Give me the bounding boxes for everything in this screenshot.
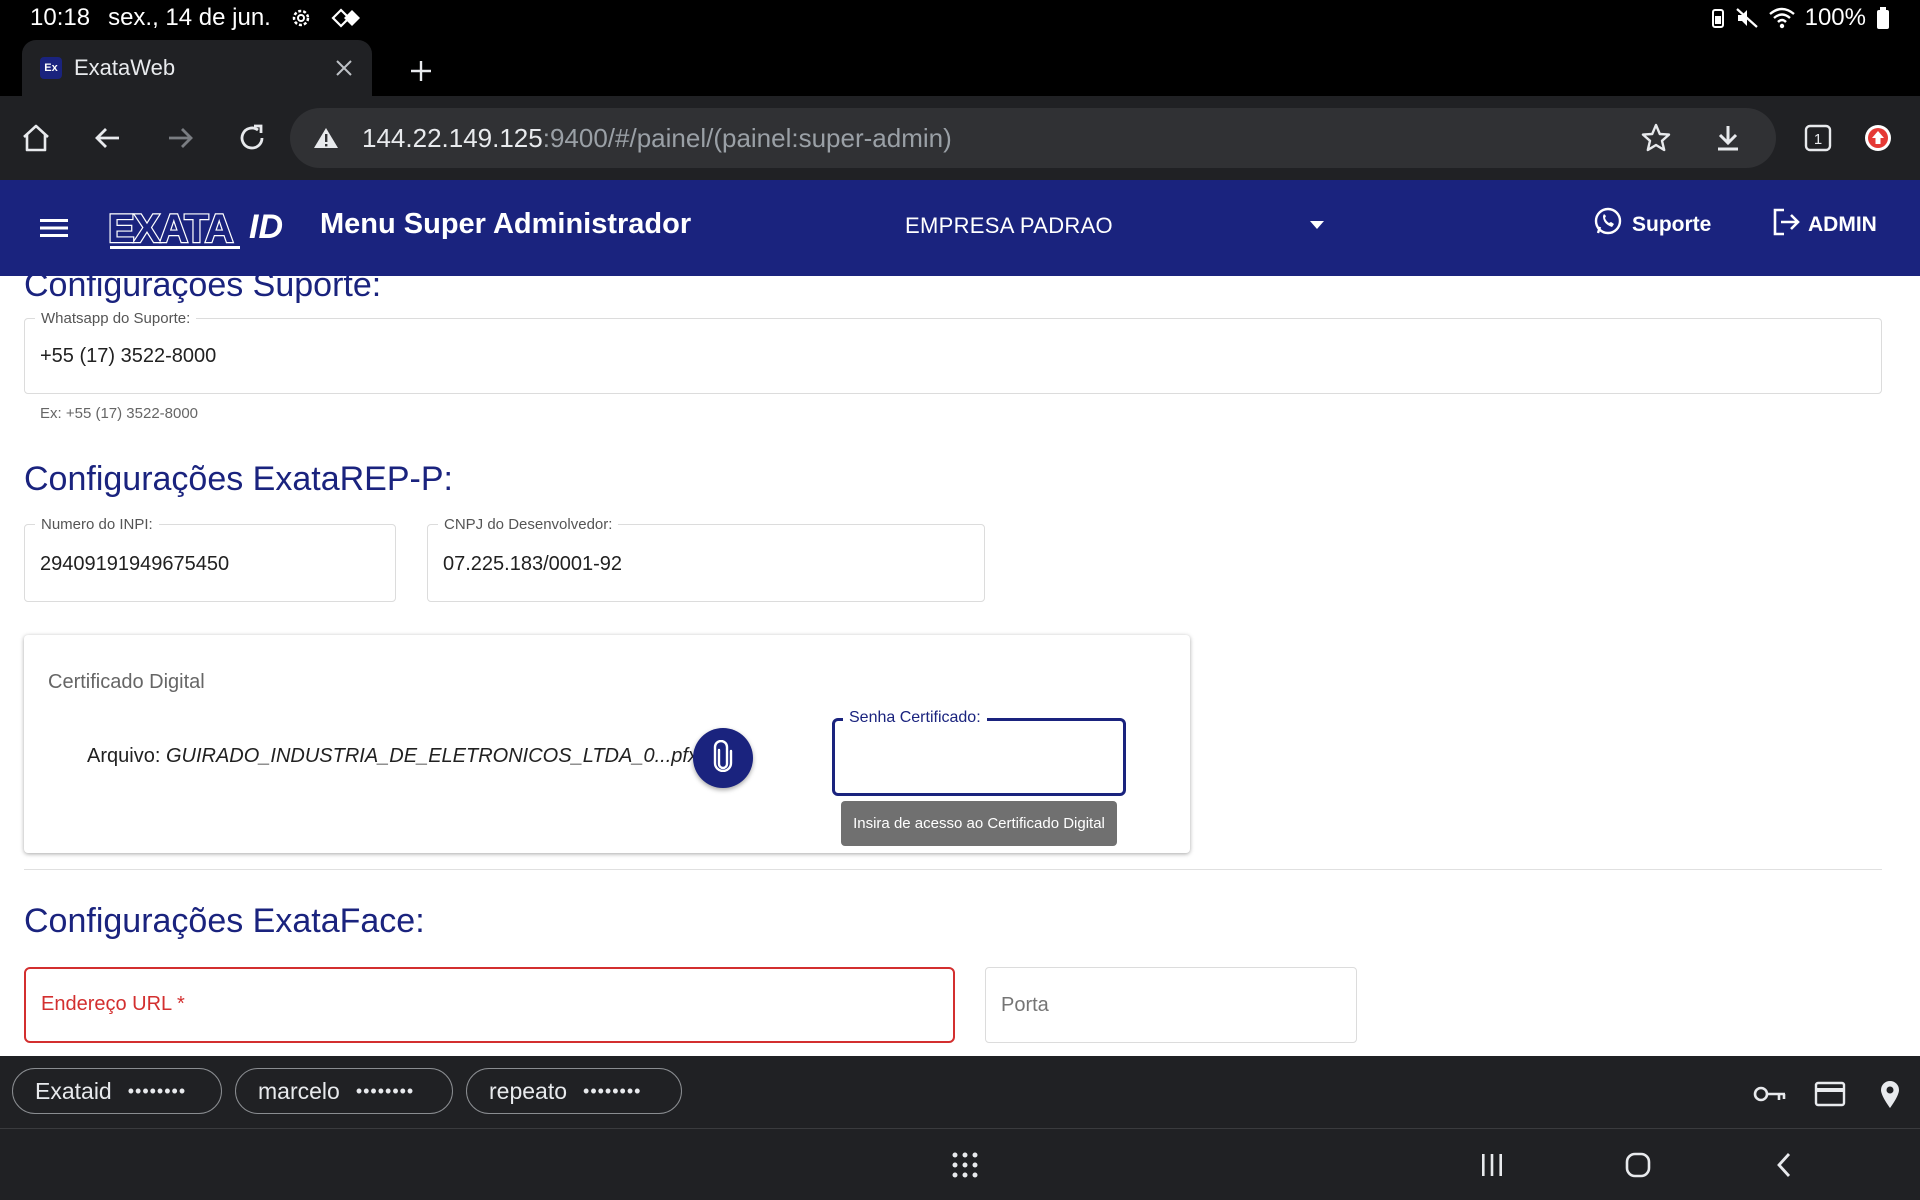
whatsapp-label: Whatsapp do Suporte:	[35, 310, 197, 327]
app-drawer-icon[interactable]	[945, 1145, 985, 1185]
chip-password-mask: ••••••••	[127, 1080, 187, 1101]
certificate-file: Arquivo: GUIRADO_INDUSTRIA_DE_ELETRONICO…	[87, 745, 698, 768]
svg-text:ID: ID	[249, 208, 283, 246]
cnpj-label: CNPJ do Desenvolvedor:	[438, 516, 619, 533]
dropdown-arrow-icon	[1309, 217, 1325, 235]
chip-username: marcelo	[258, 1077, 340, 1104]
browser-toolbar: 144.22.149.125:9400/#/painel/(painel:sup…	[0, 96, 1920, 180]
password-chip-marcelo[interactable]: marcelo ••••••••	[235, 1068, 453, 1114]
chip-username: Exataid	[35, 1077, 112, 1104]
file-label: Arquivo:	[87, 745, 161, 767]
company-select-value: EMPRESA PADRAO	[905, 213, 1113, 238]
app-header: EXATA ID Menu Super Administrador EMPRES…	[0, 180, 1920, 276]
home-circle-icon[interactable]	[1618, 1145, 1658, 1185]
cnpj-value: 07.225.183/0001-92	[443, 553, 623, 575]
support-section-title: Configurações Suporte:	[24, 276, 382, 304]
favicon: Ex	[40, 57, 62, 79]
new-tab-icon[interactable]	[398, 48, 444, 94]
url-text[interactable]: 144.22.149.125:9400/#/painel/(painel:sup…	[362, 123, 952, 154]
inpi-field[interactable]: Numero do INPI: 29409191949675450	[24, 516, 396, 602]
browser-tab-strip: Ex ExataWeb	[0, 36, 1920, 96]
file-name: GUIRADO_INDUSTRIA_DE_ELETRONICOS_LTDA_0.…	[165, 745, 698, 767]
inpi-value: 29409191949675450	[40, 553, 230, 575]
url-address-input[interactable]: Endereço URL *	[24, 967, 955, 1043]
rep-section-title: Configurações ExataREP-P:	[24, 460, 453, 498]
clock: 10:18	[30, 4, 91, 31]
key-icon[interactable]	[1750, 1074, 1790, 1114]
update-badge-icon[interactable]	[1854, 114, 1902, 162]
digital-certificate-card: Certificado Digital Arquivo: GUIRADO_IND…	[24, 635, 1190, 853]
logout-admin-button[interactable]: ADMIN	[1770, 206, 1877, 244]
admin-label: ADMIN	[1808, 213, 1877, 236]
certificate-password-input[interactable]: Senha Certificado:	[832, 709, 1126, 796]
recent-apps-icon[interactable]	[1472, 1145, 1512, 1185]
paperclip-icon	[712, 739, 734, 777]
logout-icon	[1770, 206, 1802, 244]
whatsapp-field[interactable]: Whatsapp do Suporte: +55 (17) 3522-8000	[24, 310, 1882, 394]
bookmark-star-icon[interactable]	[1632, 114, 1680, 162]
reload-icon[interactable]	[228, 114, 276, 162]
mute-icon	[1735, 7, 1759, 29]
cnpj-field[interactable]: CNPJ do Desenvolvedor: 07.225.183/0001-9…	[427, 516, 985, 602]
browser-tab[interactable]: Ex ExataWeb	[22, 40, 372, 96]
tab-count: 1	[1814, 131, 1822, 148]
system-status-bar: 10:18 sex., 14 de jun. 100%	[0, 0, 1920, 36]
support-button[interactable]: Suporte	[1592, 206, 1711, 244]
tab-title: ExataWeb	[74, 55, 176, 80]
whatsapp-hint: Ex: +55 (17) 3522-8000	[40, 405, 199, 422]
date: sex., 14 de jun.	[108, 4, 271, 31]
password-suggestion-bar: Exataid •••••••• marcelo •••••••• repeat…	[0, 1056, 1920, 1128]
home-icon[interactable]	[12, 114, 60, 162]
tab-close-icon[interactable]	[324, 48, 364, 88]
credit-card-icon[interactable]	[1810, 1074, 1850, 1114]
port-input[interactable]: Porta	[985, 967, 1357, 1043]
battery-icon	[1876, 6, 1890, 30]
section-divider	[24, 869, 1882, 870]
whatsapp-value: +55 (17) 3522-8000	[40, 345, 217, 367]
system-back-icon[interactable]	[1764, 1145, 1804, 1185]
back-arrow-icon[interactable]	[84, 114, 132, 162]
settings-content: Configurações Suporte: Whatsapp do Supor…	[0, 276, 1920, 1056]
password-tooltip: Insira de acesso ao Certificado Digital	[841, 801, 1117, 846]
exataid-logo: EXATA ID	[107, 206, 283, 252]
system-navigation-bar	[0, 1128, 1920, 1200]
port-placeholder: Porta	[1001, 994, 1049, 1016]
company-select[interactable]: EMPRESA PADRAO	[905, 206, 1325, 246]
certificate-card-title: Certificado Digital	[48, 671, 205, 693]
svg-text:EXATA: EXATA	[108, 207, 233, 251]
inpi-label: Numero do INPI:	[35, 516, 159, 533]
chip-password-mask: ••••••••	[583, 1080, 642, 1101]
wifi-icon	[1768, 7, 1795, 29]
tab-switcher-icon[interactable]: 1	[1794, 114, 1842, 162]
hamburger-menu-icon[interactable]	[36, 210, 72, 246]
certificate-password-label: Senha Certificado:	[843, 709, 987, 727]
forward-arrow-icon[interactable]	[156, 114, 204, 162]
chip-username: repeato	[489, 1077, 568, 1104]
battery-saver-icon	[1711, 7, 1725, 29]
location-pin-icon[interactable]	[1870, 1074, 1910, 1114]
chip-password-mask: ••••••••	[355, 1080, 415, 1101]
url-address-placeholder: Endereço URL *	[41, 993, 185, 1015]
download-icon[interactable]	[1704, 114, 1752, 162]
whatsapp-icon	[1592, 206, 1624, 244]
password-chip-repeato[interactable]: repeato ••••••••	[466, 1068, 682, 1114]
face-section-title: Configurações ExataFace:	[24, 902, 425, 940]
attach-file-button[interactable]	[693, 728, 753, 788]
address-bar[interactable]: 144.22.149.125:9400/#/painel/(painel:sup…	[290, 108, 1776, 168]
cast-diamond-icon	[331, 7, 361, 29]
password-chip-exataid[interactable]: Exataid ••••••••	[12, 1068, 222, 1114]
not-secure-warning-icon[interactable]	[312, 124, 340, 152]
support-label: Suporte	[1632, 213, 1712, 236]
settings-gear-icon	[289, 6, 313, 30]
battery-level: 100%	[1804, 4, 1866, 31]
app-title: Menu Super Administrador	[320, 208, 692, 240]
